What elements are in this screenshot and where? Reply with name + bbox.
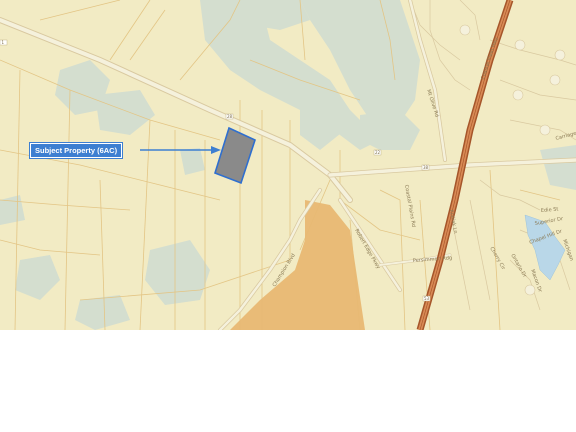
svg-text:53: 53 bbox=[424, 296, 430, 301]
svg-text:38: 38 bbox=[423, 165, 429, 170]
svg-text:22: 22 bbox=[375, 150, 381, 155]
route-shield-1: 1 bbox=[0, 39, 8, 46]
route-shield-3: 22 bbox=[373, 149, 382, 156]
route-shield-4: 38 bbox=[421, 164, 430, 171]
map-canvas[interactable]: Mt Olive Rd Coastal Plains Rd Kodiak Ln … bbox=[0, 0, 576, 330]
map-viewport[interactable]: Mt Olive Rd Coastal Plains Rd Kodiak Ln … bbox=[0, 0, 576, 330]
svg-text:28: 28 bbox=[227, 114, 233, 119]
route-shield-2: 28 bbox=[225, 113, 234, 120]
blank-area bbox=[0, 330, 576, 432]
route-shield-5: 53 bbox=[422, 295, 431, 302]
subject-property-label: Subject Property (6AC) bbox=[30, 143, 123, 158]
